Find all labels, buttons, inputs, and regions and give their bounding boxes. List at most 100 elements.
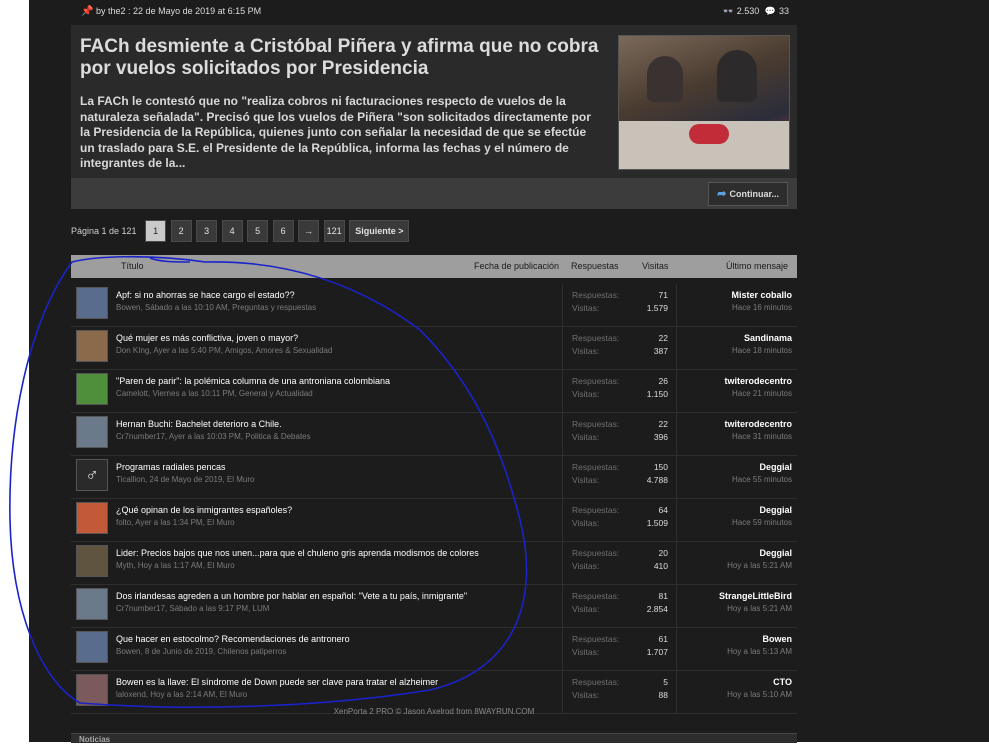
views-label: Visitas: <box>572 432 600 442</box>
thread-title[interactable]: Bowen es la llave: El síndrome de Down p… <box>116 677 438 687</box>
replies-label: Respuestas: <box>572 634 620 644</box>
replies-count: 81 <box>658 591 668 601</box>
last-poster[interactable]: twiterodecentro <box>724 419 792 429</box>
last-post-time[interactable]: Hace 16 minutos <box>732 303 792 312</box>
credit-line[interactable]: XenPorta 2 PRO © Jason Axelrod from 8WAY… <box>71 707 797 716</box>
last-post-time[interactable]: Hace 59 minutos <box>732 518 792 527</box>
last-post-time[interactable]: Hoy a las 5:21 AM <box>727 561 792 570</box>
thread-title[interactable]: Lider: Precios bajos que nos unen...para… <box>116 548 479 558</box>
table-row[interactable]: "Paren de parir": la polémica columna de… <box>71 370 797 413</box>
thread-meta: Myth, Hoy a las 1:17 AM, El Muro <box>116 561 235 570</box>
thread-stats: Respuestas: 64 Visitas: 1.509 <box>562 499 677 541</box>
page-count-label: Página 1 de 121 <box>71 226 137 236</box>
table-row[interactable]: ¿Qué opinan de los inmigrantes españoles… <box>71 499 797 542</box>
avatar[interactable] <box>76 416 108 448</box>
header-last-message[interactable]: Último mensaje <box>726 261 788 271</box>
male-symbol-icon[interactable]: ♂ <box>76 459 108 491</box>
header-date[interactable]: Fecha de publicación <box>474 261 559 271</box>
table-row[interactable]: ♂ Programas radiales pencas Ticallion, 2… <box>71 456 797 499</box>
comments-icon: 💬 <box>764 6 776 16</box>
by-prefix: by <box>95 6 106 16</box>
replies-label: Respuestas: <box>572 505 620 515</box>
views-count: 2.854 <box>646 604 668 614</box>
table-row[interactable]: Lider: Precios bajos que nos unen...para… <box>71 542 797 585</box>
last-poster[interactable]: Deggial <box>759 505 792 515</box>
last-poster[interactable]: Mister coballo <box>731 290 792 300</box>
last-post-time[interactable]: Hoy a las 5:21 AM <box>727 604 792 613</box>
last-poster[interactable]: Bowen <box>762 634 792 644</box>
thread-title[interactable]: Qué mujer es más conflictiva, joven o ma… <box>116 333 298 343</box>
replies-count: 150 <box>653 462 668 472</box>
replies-label: Respuestas: <box>572 591 620 601</box>
next-page-button[interactable]: Siguiente > <box>349 220 410 242</box>
thread-title[interactable]: Programas radiales pencas <box>116 462 226 472</box>
last-poster[interactable]: Deggial <box>759 548 792 558</box>
thread-meta: Cr7number17, Sábado a las 9:17 PM, LUM <box>116 604 270 613</box>
bottom-tab-label[interactable]: Noticias <box>79 735 110 744</box>
avatar[interactable] <box>76 373 108 405</box>
last-poster[interactable]: twiterodecentro <box>724 376 792 386</box>
views-label: Visitas: <box>572 561 600 571</box>
header-views[interactable]: Visitas <box>642 261 668 271</box>
table-row[interactable]: Qué mujer es más conflictiva, joven o ma… <box>71 327 797 370</box>
thread-title[interactable]: ¿Qué opinan de los inmigrantes españoles… <box>116 505 292 515</box>
thread-stats: Respuestas: 81 Visitas: 2.854 <box>562 585 677 627</box>
last-post-time[interactable]: Hoy a las 5:10 AM <box>727 690 792 699</box>
views-label: Visitas: <box>572 604 600 614</box>
last-poster[interactable]: CTO <box>773 677 792 687</box>
last-post-time[interactable]: Hoy a las 5:13 AM <box>727 647 792 656</box>
thread-title[interactable]: Dos irlandesas agreden a un hombre por h… <box>116 591 467 601</box>
thread-title[interactable]: Apf: si no ahorras se hace cargo el esta… <box>116 290 295 300</box>
avatar[interactable] <box>76 674 108 706</box>
avatar[interactable] <box>76 502 108 534</box>
views-count: 4.788 <box>646 475 668 485</box>
thread-meta: Bowen, 8 de Junio de 2019, Chilenos pati… <box>116 647 287 656</box>
last-post-time[interactable]: Hace 18 minutos <box>732 346 792 355</box>
table-row[interactable]: Apf: si no ahorras se hace cargo el esta… <box>71 284 797 327</box>
thread-title[interactable]: "Paren de parir": la polémica columna de… <box>116 376 390 386</box>
page-skip-arrow[interactable]: → <box>298 220 320 242</box>
views-label: Visitas: <box>572 346 600 356</box>
views-count: 1.579 <box>646 303 668 313</box>
page-link-6[interactable]: 6 <box>272 220 294 242</box>
page-link-2[interactable]: 2 <box>170 220 192 242</box>
thread-title[interactable]: Que hacer en estocolmo? Recomendaciones … <box>116 634 350 644</box>
article-thumbnail[interactable] <box>618 35 790 170</box>
page-link-4[interactable]: 4 <box>221 220 243 242</box>
last-post-time[interactable]: Hace 21 minutos <box>732 389 792 398</box>
page-link-121[interactable]: 121 <box>323 220 345 242</box>
avatar[interactable] <box>76 588 108 620</box>
last-poster[interactable]: StrangeLittleBird <box>719 591 792 601</box>
table-row[interactable]: Dos irlandesas agreden a un hombre por h… <box>71 585 797 628</box>
thread-meta: Camelott, Viernes a las 10:11 PM, Genera… <box>116 389 313 398</box>
continue-button[interactable]: ➦ Continuar... <box>708 182 788 206</box>
thread-meta: Ticallion, 24 de Mayo de 2019, El Muro <box>116 475 255 484</box>
views-count: 88 <box>658 690 668 700</box>
article-author[interactable]: the2 <box>108 6 126 16</box>
comments-count: 33 <box>778 6 789 16</box>
article-title[interactable]: FACh desmiente a Cristóbal Piñera y afir… <box>80 36 600 80</box>
avatar[interactable] <box>76 287 108 319</box>
thread-list-header: Título Fecha de publicación Respuestas V… <box>71 255 797 278</box>
header-replies[interactable]: Respuestas <box>571 261 619 271</box>
avatar[interactable] <box>76 545 108 577</box>
header-title[interactable]: Título <box>121 261 144 271</box>
last-message: Deggial Hace 55 minutos <box>682 456 792 498</box>
table-row[interactable]: Que hacer en estocolmo? Recomendaciones … <box>71 628 797 671</box>
replies-count: 71 <box>658 290 668 300</box>
table-row[interactable]: Hernan Buchi: Bachelet deterioro a Chile… <box>71 413 797 456</box>
article-footer: ➦ Continuar... <box>71 178 797 209</box>
avatar[interactable] <box>76 631 108 663</box>
page-link-1[interactable]: 1 <box>145 220 167 242</box>
views-count: 387 <box>653 346 668 356</box>
last-post-time[interactable]: Hace 31 minutos <box>732 432 792 441</box>
page-link-5[interactable]: 5 <box>247 220 269 242</box>
last-poster[interactable]: Sandinama <box>744 333 792 343</box>
avatar[interactable] <box>76 330 108 362</box>
thread-title[interactable]: Hernan Buchi: Bachelet deterioro a Chile… <box>116 419 282 429</box>
article-stats: 👓 2.530 💬 33 <box>720 6 790 17</box>
last-post-time[interactable]: Hace 55 minutos <box>732 475 792 484</box>
page-link-3[interactable]: 3 <box>196 220 218 242</box>
last-poster[interactable]: Deggial <box>759 462 792 472</box>
views-label: Visitas: <box>572 518 600 528</box>
